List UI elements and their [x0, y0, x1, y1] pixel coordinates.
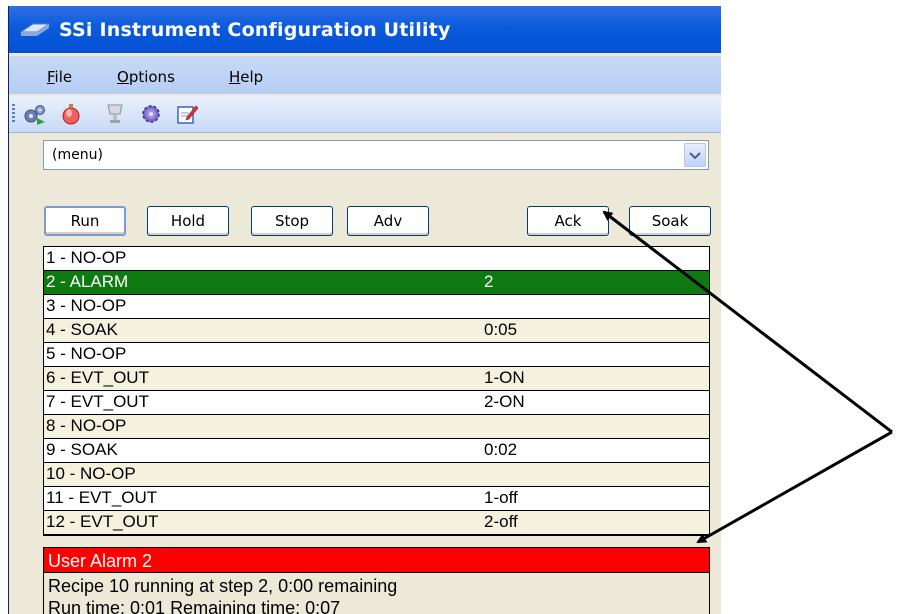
step-label: 11 - EVT_OUT — [46, 488, 158, 507]
step-value: 2 — [484, 272, 494, 291]
menu-help[interactable]: Help — [229, 68, 263, 86]
soak-button[interactable]: Soak — [629, 206, 711, 236]
step-value: 2-ON — [484, 392, 525, 411]
step-value: 1-off — [484, 488, 518, 507]
step-value: 2-off — [484, 512, 518, 531]
toolbar-grip[interactable] — [12, 104, 15, 124]
menu-dropdown[interactable]: (menu) — [43, 140, 709, 170]
arrow-to-alarm — [696, 430, 893, 544]
menu-bar: File Options Help — [9, 56, 721, 94]
window-title: SSi Instrument Configuration Utility — [59, 19, 451, 41]
step-row[interactable]: 4 - SOAK 0:05 — [44, 319, 709, 343]
step-value: 0:02 — [484, 440, 518, 459]
step-label: 1 - NO-OP — [46, 248, 127, 267]
step-value: 0:05 — [484, 320, 518, 339]
menu-dropdown-value: (menu) — [52, 147, 103, 163]
step-row[interactable]: 2 - ALARM 2 — [44, 271, 709, 295]
step-label: 12 - EVT_OUT — [46, 512, 159, 531]
app-window: SSi Instrument Configuration Utility Fil… — [8, 6, 721, 614]
status-panel: Recipe 10 running at step 2, 0:00 remain… — [43, 573, 710, 614]
step-label: 3 - NO-OP — [46, 296, 127, 315]
step-label: 2 - ALARM — [46, 272, 129, 291]
step-label: 6 - EVT_OUT — [46, 368, 149, 387]
step-row[interactable]: 3 - NO-OP — [44, 295, 709, 319]
dropdown-button[interactable] — [684, 143, 706, 167]
step-row[interactable]: 9 - SOAK 0:02 — [44, 439, 709, 463]
gears-play-icon[interactable] — [23, 103, 47, 125]
stop-button[interactable]: Stop — [251, 206, 333, 236]
step-row[interactable]: 10 - NO-OP — [44, 463, 709, 487]
chevron-down-icon — [689, 152, 701, 160]
hold-button[interactable]: Hold — [147, 206, 229, 236]
edit-document-icon[interactable] — [175, 103, 199, 125]
time-status-text: Run time: 0:01 Remaining time: 0:07 — [48, 598, 341, 614]
step-row[interactable]: 1 - NO-OP — [44, 247, 709, 271]
step-label: 4 - SOAK — [46, 320, 118, 339]
adv-button[interactable]: Adv — [347, 206, 429, 236]
title-bar[interactable]: SSi Instrument Configuration Utility — [9, 6, 721, 53]
menu-options[interactable]: Options — [117, 68, 175, 86]
step-row[interactable]: 8 - NO-OP — [44, 415, 709, 439]
step-row[interactable]: 11 - EVT_OUT 1-off — [44, 487, 709, 511]
menu-file[interactable]: File — [47, 68, 72, 86]
step-value: 1-ON — [484, 368, 525, 387]
step-label: 9 - SOAK — [46, 440, 118, 459]
recipe-step-list[interactable]: 1 - NO-OP 2 - ALARM 2 3 - NO-OP 4 - SOAK 0:05… — [43, 246, 710, 536]
app-icon — [19, 23, 51, 36]
trophy-icon[interactable] — [103, 103, 127, 125]
alarm-bell-icon[interactable] — [59, 103, 83, 125]
run-button[interactable]: Run — [44, 206, 126, 236]
recipe-status-text: Recipe 10 running at step 2, 0:00 remain… — [48, 576, 398, 596]
step-label: 10 - NO-OP — [46, 464, 136, 483]
step-row[interactable]: 6 - EVT_OUT 1-ON — [44, 367, 709, 391]
step-label: 8 - NO-OP — [46, 416, 127, 435]
step-row[interactable]: 12 - EVT_OUT 2-off — [44, 511, 709, 535]
user-alarm-banner: User Alarm 2 — [43, 547, 710, 573]
step-row[interactable]: 5 - NO-OP — [44, 343, 709, 367]
step-label: 5 - NO-OP — [46, 344, 127, 363]
ack-button[interactable]: Ack — [527, 206, 609, 236]
toolbar — [9, 96, 721, 133]
settings-gear-icon[interactable] — [139, 103, 163, 125]
step-row[interactable]: 7 - EVT_OUT 2-ON — [44, 391, 709, 415]
step-label: 7 - EVT_OUT — [46, 392, 149, 411]
